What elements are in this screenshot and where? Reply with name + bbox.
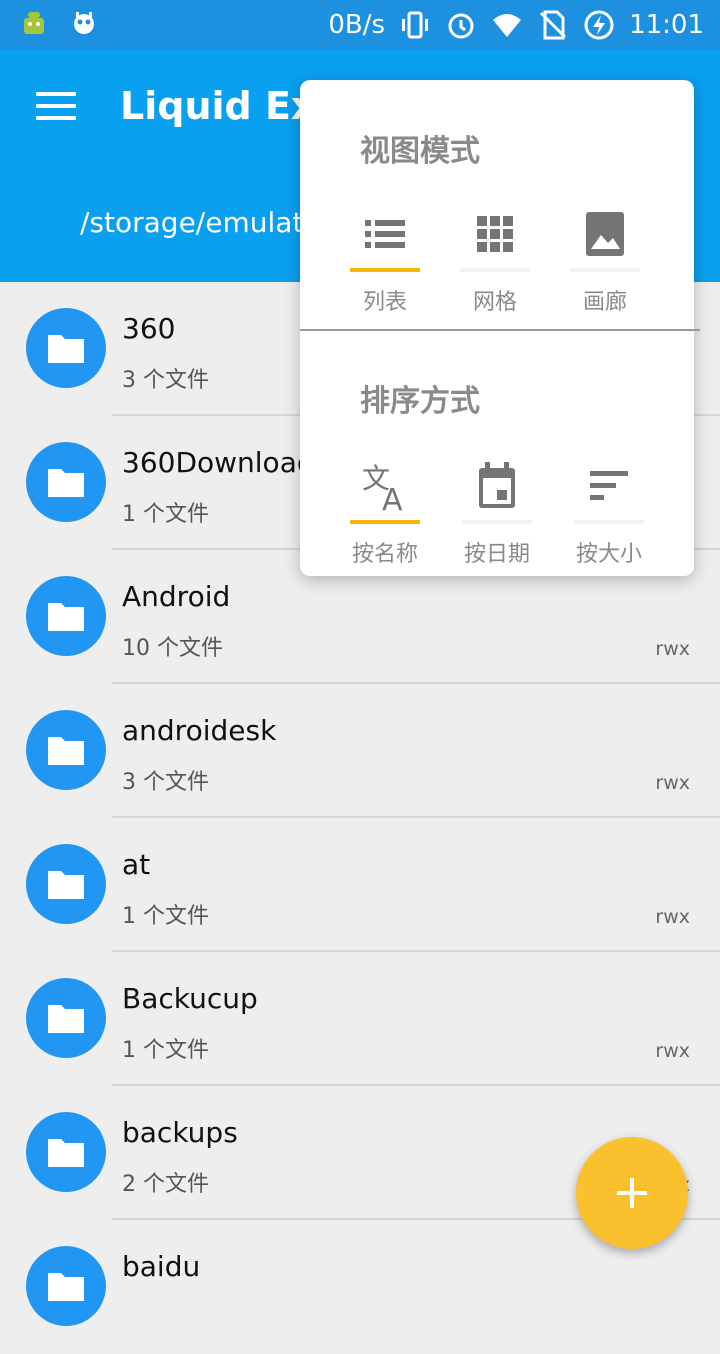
wifi-icon <box>493 14 522 37</box>
folder-icon <box>26 1246 106 1326</box>
view-sort-popup: 视图模式 列表 网格 画廊 排序方式 文 A 按名称 按日期 按大小 <box>300 80 700 576</box>
folder-icon <box>26 576 106 656</box>
option-indicator <box>570 268 640 272</box>
section-divider <box>300 329 700 331</box>
view-option-label: 画廊 <box>582 290 627 315</box>
selected-indicator <box>350 268 420 272</box>
file-name: 360 <box>122 312 176 345</box>
hamburger-menu-icon[interactable] <box>36 92 76 122</box>
file-permissions: rwx <box>655 772 690 794</box>
clock: 11:01 <box>629 10 704 40</box>
alarm-icon <box>448 13 474 39</box>
file-count: 1 个文件 <box>122 904 209 929</box>
file-name: baidu <box>122 1250 201 1283</box>
add-fab-button[interactable] <box>576 1137 688 1249</box>
file-count: 1 个文件 <box>122 502 209 527</box>
sort-option-label: 按大小 <box>575 542 642 567</box>
folder-icon <box>26 308 106 388</box>
view-option-label: 网格 <box>472 290 517 315</box>
cyanogen-icon <box>74 12 94 34</box>
option-indicator <box>460 268 530 272</box>
folder-icon <box>26 1112 106 1192</box>
folder-icon <box>26 710 106 790</box>
file-name: Backucup <box>122 982 258 1015</box>
android-debug-icon <box>24 12 44 34</box>
sort-option-name[interactable]: 文 A 按名称 <box>330 458 440 568</box>
file-permissions: rwx <box>655 1040 690 1062</box>
file-name: Android <box>122 580 231 613</box>
file-name: 360Download <box>122 446 315 479</box>
file-count: 1 个文件 <box>122 1038 209 1063</box>
no-sim-icon <box>540 10 567 40</box>
file-count: 3 个文件 <box>122 770 209 795</box>
status-bar: 0B/s 11:01 <box>0 0 720 50</box>
view-mode-title: 视图模式 <box>360 134 480 169</box>
folder-icon <box>26 978 106 1058</box>
file-count: 10 个文件 <box>122 636 223 661</box>
list-item[interactable]: androidesk 3 个文件 rwx <box>0 684 720 818</box>
vibrate-icon <box>402 11 429 39</box>
add-icon <box>617 1178 647 1208</box>
option-indicator <box>462 520 532 524</box>
net-speed: 0B/s <box>328 10 386 40</box>
sort-option-date[interactable]: 按日期 <box>442 458 552 568</box>
file-count: 3 个文件 <box>122 368 209 393</box>
file-permissions: rwx <box>655 638 690 660</box>
gallery-view-icon <box>586 212 624 256</box>
view-option-list[interactable]: 列表 <box>330 206 440 316</box>
current-path[interactable]: /storage/emulate <box>80 206 321 239</box>
grid-view-icon <box>477 216 513 252</box>
battery-charging-icon <box>584 10 614 40</box>
sort-option-label: 按名称 <box>351 542 418 567</box>
sort-order-title: 排序方式 <box>360 384 480 419</box>
folder-icon <box>26 442 106 522</box>
file-permissions: rwx <box>655 906 690 928</box>
list-item[interactable]: Backucup 1 个文件 rwx <box>0 952 720 1086</box>
view-option-label: 列表 <box>362 290 407 315</box>
view-option-grid[interactable]: 网格 <box>440 206 550 316</box>
file-name: backups <box>122 1116 238 1149</box>
sort-option-label: 按日期 <box>463 542 530 567</box>
selected-indicator <box>350 520 420 524</box>
calendar-icon <box>479 462 515 508</box>
translate-az-icon: 文 A <box>362 462 403 512</box>
file-name: androidesk <box>122 714 277 747</box>
list-view-icon <box>365 220 405 248</box>
view-option-gallery[interactable]: 画廊 <box>550 206 660 316</box>
file-count: 2 个文件 <box>122 1172 209 1197</box>
svg-text:A: A <box>382 483 403 512</box>
sort-option-size[interactable]: 按大小 <box>554 458 664 568</box>
list-item[interactable]: at 1 个文件 rwx <box>0 818 720 952</box>
option-indicator <box>574 520 644 524</box>
sort-size-icon <box>590 471 628 500</box>
file-name: at <box>122 848 151 881</box>
folder-icon <box>26 844 106 924</box>
